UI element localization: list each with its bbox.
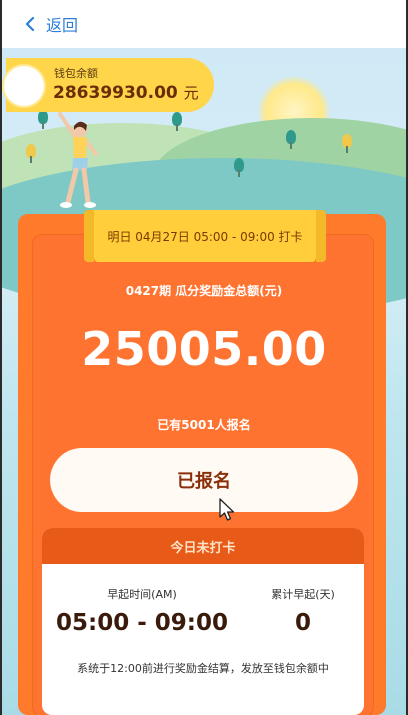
back-button[interactable]: 返回 — [24, 12, 78, 36]
today-status-panel: 今日未打卡 早起时间(AM) 05:00 - 09:00 累计早起(天) 0 系… — [42, 528, 364, 715]
back-label: 返回 — [46, 16, 79, 35]
wallet-label: 钱包余额 — [54, 67, 98, 80]
wallet-amount: 28639930.00 元 — [53, 82, 199, 103]
tree-decoration — [286, 130, 296, 149]
enrolled-count: 已有5001人报名 — [157, 418, 251, 432]
wake-time-value: 05:00 - 09:00 — [56, 610, 228, 636]
chevron-left-icon — [25, 16, 35, 32]
stretching-person-illustration — [58, 112, 98, 208]
tree-decoration — [342, 134, 352, 153]
streak-label: 累计早起(天) — [271, 588, 335, 601]
tree-decoration — [172, 112, 182, 131]
streak-column: 累计早起(天) 0 — [248, 586, 358, 636]
pool-amount: 25005.00 — [81, 322, 327, 376]
avatar — [4, 66, 44, 106]
wallet-balance-badge[interactable]: 钱包余额 28639930.00 元 — [4, 58, 214, 112]
joined-button[interactable]: 已报名 — [50, 448, 358, 512]
tree-decoration — [26, 144, 36, 163]
joined-button-label: 已报名 — [177, 471, 231, 492]
tree-decoration — [38, 110, 48, 129]
wake-time-column: 早起时间(AM) 05:00 - 09:00 — [42, 586, 242, 636]
schedule-text: 明日 04月27日 05:00 - 09:00 打卡 — [107, 229, 303, 244]
app-frame: 返回 钱包余额 28639930.00 元 明日 04月27日 05:00 - … — [2, 0, 406, 715]
tree-decoration — [234, 158, 244, 177]
status-title: 今日未打卡 — [170, 540, 236, 556]
status-header: 今日未打卡 — [42, 528, 364, 564]
mouse-pointer-icon — [219, 498, 235, 521]
wallet-amount-unit: 元 — [183, 84, 199, 102]
pool-title: 0427期 瓜分奖励金总额(元) — [125, 284, 283, 298]
top-nav-bar: 返回 — [2, 0, 406, 48]
schedule-ribbon: 明日 04月27日 05:00 - 09:00 打卡 — [84, 210, 326, 262]
wake-time-label: 早起时间(AM) — [107, 588, 177, 601]
streak-value: 0 — [294, 610, 311, 636]
wallet-amount-value: 28639930.00 — [53, 83, 178, 103]
settlement-note: 系统于12:00前进行奖励金结算，发放至钱包余额中 — [77, 662, 329, 675]
